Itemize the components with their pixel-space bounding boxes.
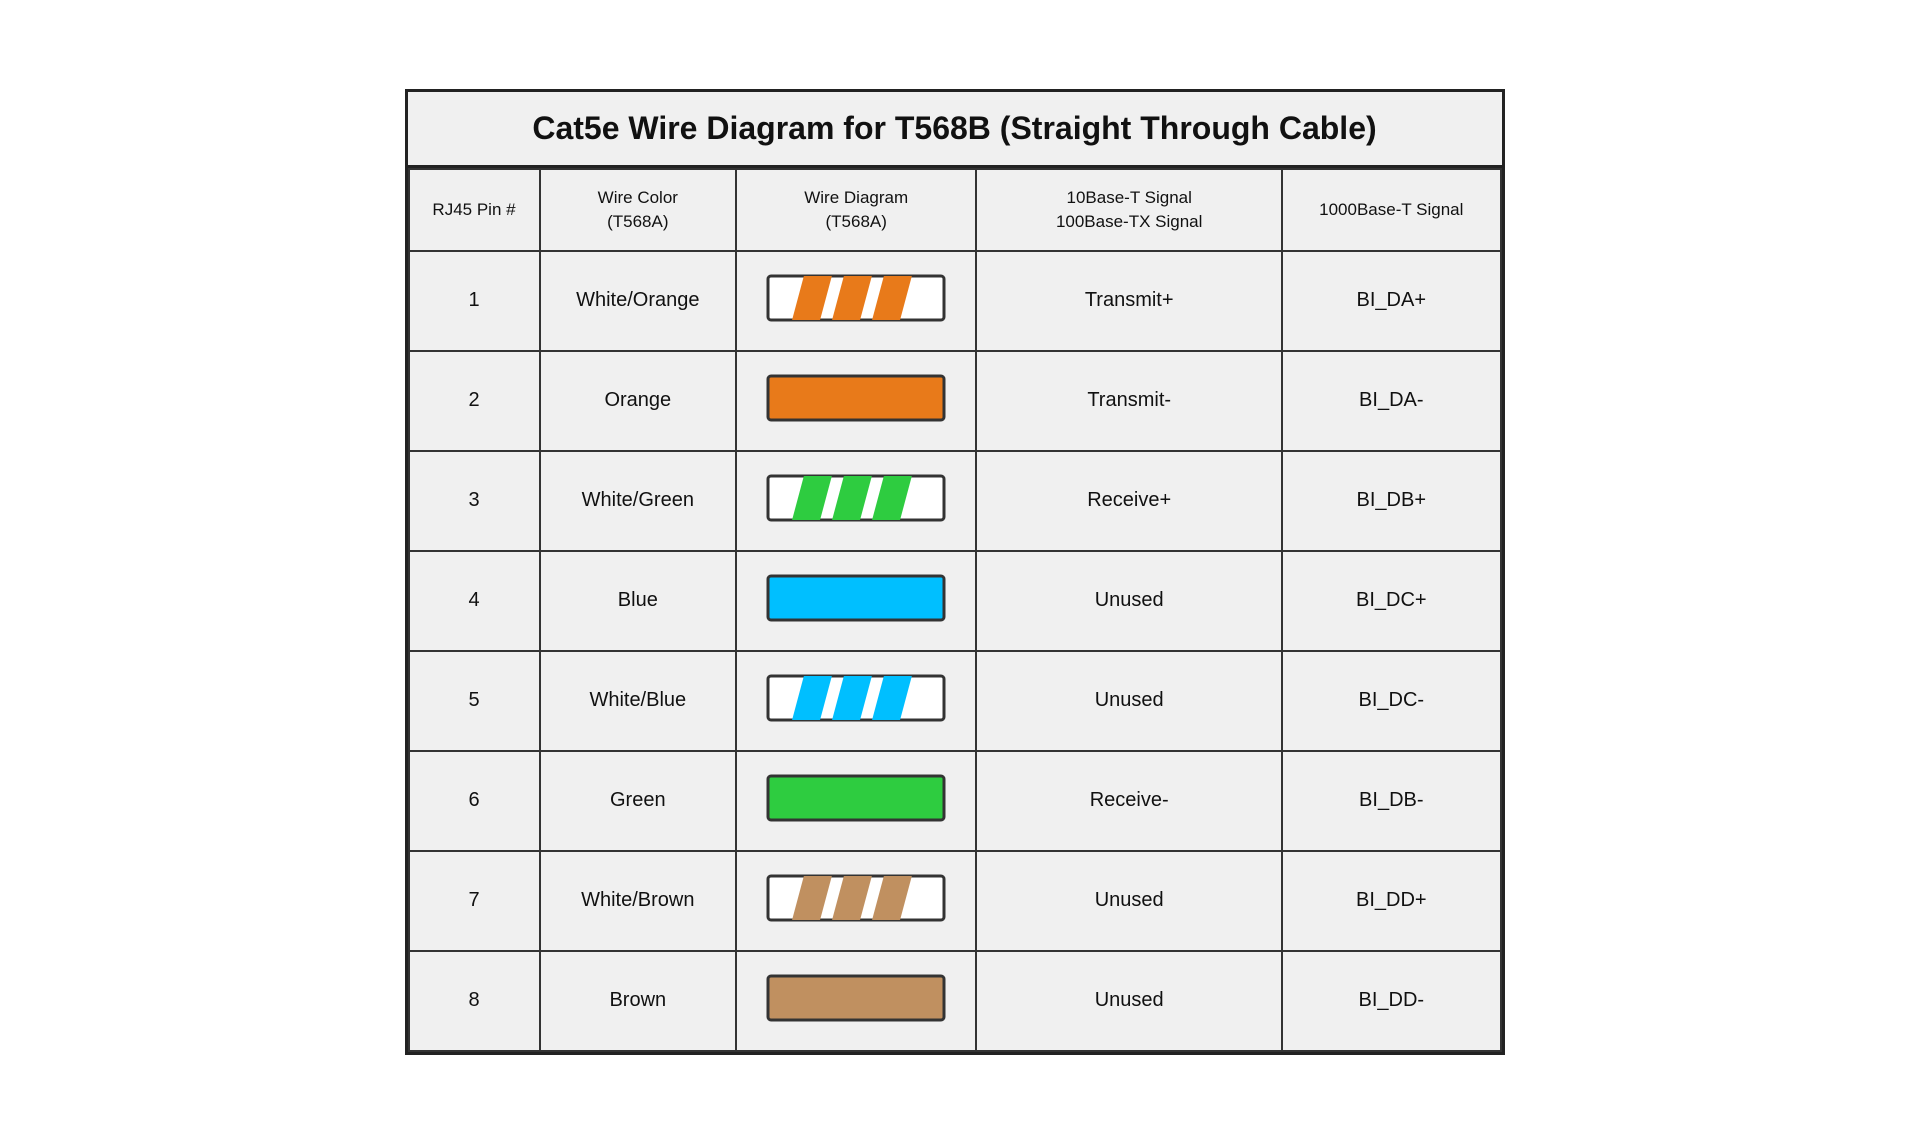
cell-pin-6: 6 [409,751,540,851]
cell-gig-4: BI_DC+ [1282,551,1500,651]
cell-gig-7: BI_DD+ [1282,851,1500,951]
table-row: 3 White/Green Receive+ BI_DB+ [409,451,1501,551]
cell-gig-3: BI_DB+ [1282,451,1500,551]
wire-diagram-6 [766,768,946,828]
header-signal-10-100: 10Base-T Signal100Base-TX Signal [976,169,1282,251]
cell-color-3: White/Green [540,451,737,551]
table-row: 8 Brown Unused BI_DD- [409,951,1501,1051]
wire-diagram-7 [766,868,946,928]
header-pin: RJ45 Pin # [409,169,540,251]
cell-signal-4: Unused [976,551,1282,651]
table-row: 1 White/Orange Transmit+ BI_DA+ [409,251,1501,351]
cell-diagram-7 [736,851,976,951]
cell-diagram-2 [736,351,976,451]
cell-signal-8: Unused [976,951,1282,1051]
cell-gig-8: BI_DD- [1282,951,1500,1051]
table-header-row: RJ45 Pin # Wire Color(T568A) Wire Diagra… [409,169,1501,251]
cell-diagram-4 [736,551,976,651]
cell-color-4: Blue [540,551,737,651]
wire-diagram-1 [766,268,946,328]
wire-diagram-2 [766,368,946,428]
cell-pin-7: 7 [409,851,540,951]
cell-signal-5: Unused [976,651,1282,751]
cell-pin-3: 3 [409,451,540,551]
cell-pin-5: 5 [409,651,540,751]
header-diagram: Wire Diagram(T568A) [736,169,976,251]
diagram-title: Cat5e Wire Diagram for T568B (Straight T… [408,92,1502,168]
cell-color-7: White/Brown [540,851,737,951]
cell-pin-4: 4 [409,551,540,651]
cell-diagram-1 [736,251,976,351]
table-row: 2 Orange Transmit- BI_DA- [409,351,1501,451]
cell-diagram-5 [736,651,976,751]
cell-color-8: Brown [540,951,737,1051]
wire-diagram-8 [766,968,946,1028]
wire-diagram-3 [766,468,946,528]
wire-diagram-4 [766,568,946,628]
cell-gig-5: BI_DC- [1282,651,1500,751]
cell-gig-1: BI_DA+ [1282,251,1500,351]
table-row: 5 White/Blue Unused BI_DC- [409,651,1501,751]
cell-gig-6: BI_DB- [1282,751,1500,851]
wire-table: RJ45 Pin # Wire Color(T568A) Wire Diagra… [408,168,1502,1052]
cell-diagram-6 [736,751,976,851]
header-color: Wire Color(T568A) [540,169,737,251]
table-row: 6 Green Receive- BI_DB- [409,751,1501,851]
cell-signal-6: Receive- [976,751,1282,851]
cell-diagram-8 [736,951,976,1051]
cell-color-2: Orange [540,351,737,451]
cell-gig-2: BI_DA- [1282,351,1500,451]
cell-pin-2: 2 [409,351,540,451]
wire-diagram-5 [766,668,946,728]
header-signal-1000: 1000Base-T Signal [1282,169,1500,251]
table-row: 4 Blue Unused BI_DC+ [409,551,1501,651]
cell-signal-3: Receive+ [976,451,1282,551]
cell-color-6: Green [540,751,737,851]
cell-pin-8: 8 [409,951,540,1051]
cell-signal-2: Transmit- [976,351,1282,451]
cell-color-1: White/Orange [540,251,737,351]
cell-diagram-3 [736,451,976,551]
cell-color-5: White/Blue [540,651,737,751]
cell-signal-1: Transmit+ [976,251,1282,351]
table-row: 7 White/Brown Unused BI_DD+ [409,851,1501,951]
cell-pin-1: 1 [409,251,540,351]
cell-signal-7: Unused [976,851,1282,951]
diagram-container: Cat5e Wire Diagram for T568B (Straight T… [405,89,1505,1055]
